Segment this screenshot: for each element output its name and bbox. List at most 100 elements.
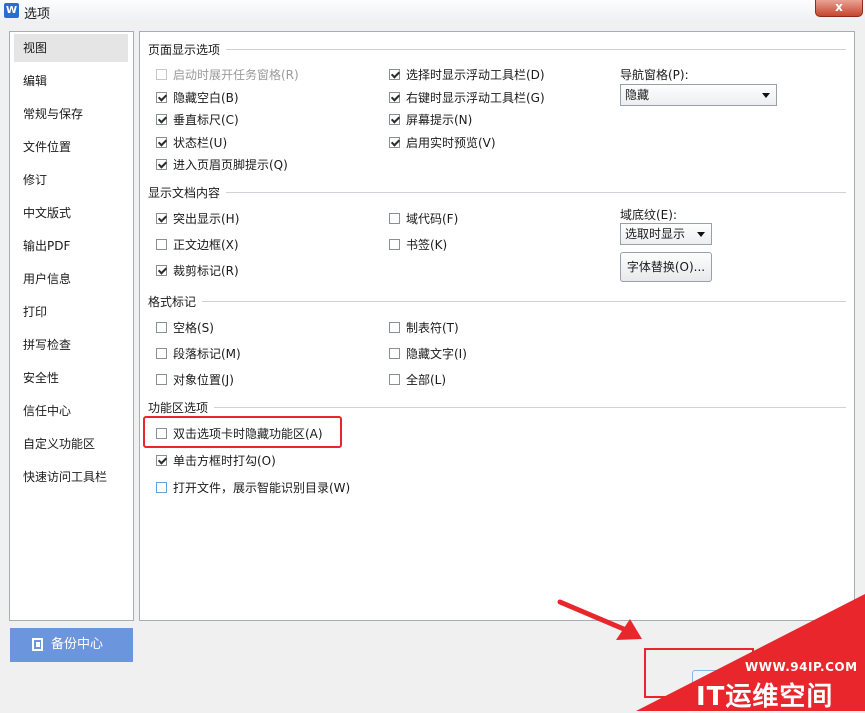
option-header-footer-tip[interactable]: 进入页眉页脚提示(Q) — [156, 156, 288, 173]
nav-item-file-location[interactable]: 文件位置 — [14, 133, 128, 161]
option-label: 段落标记(M) — [173, 347, 241, 361]
dropdown-value: 隐藏 — [625, 88, 650, 102]
option-field-codes[interactable]: 域代码(F) — [389, 210, 458, 227]
app-icon: W — [4, 3, 19, 18]
checkbox[interactable] — [156, 374, 167, 385]
option-highlight[interactable]: 突出显示(H) — [156, 210, 239, 227]
field-shading-dropdown[interactable]: 选取时显示 — [620, 223, 712, 245]
checkbox[interactable] — [389, 348, 400, 359]
option-paragraph-marks[interactable]: 段落标记(M) — [156, 345, 241, 362]
checkbox[interactable] — [156, 482, 167, 493]
option-status-bar[interactable]: 状态栏(U) — [156, 134, 227, 151]
section-header-doc-content: 显示文档内容 — [148, 186, 221, 200]
section-header-ribbon: 功能区选项 — [148, 401, 209, 415]
option-smart-toc[interactable]: 打开文件，展示智能识别目录(W) — [156, 479, 350, 496]
checkbox[interactable] — [389, 322, 400, 333]
section-divider — [214, 407, 846, 408]
option-float-toolbar-select[interactable]: 选择时显示浮动工具栏(D) — [389, 66, 545, 83]
option-live-preview[interactable]: 启用实时预览(V) — [389, 134, 496, 151]
option-screen-tips[interactable]: 屏幕提示(N) — [389, 111, 472, 128]
nav-item-revision[interactable]: 修订 — [14, 166, 128, 194]
nav-item-customize-ribbon[interactable]: 自定义功能区 — [14, 430, 128, 458]
window-title: 选项 — [24, 7, 51, 22]
field-shading-label: 域底纹(E): — [620, 208, 677, 222]
option-label: 突出显示(H) — [173, 212, 240, 226]
option-label: 状态栏(U) — [173, 136, 228, 150]
option-click-box-check[interactable]: 单击方框时打勾(O) — [156, 452, 276, 469]
option-bookmarks[interactable]: 书签(K) — [389, 236, 447, 253]
option-label: 域代码(F) — [406, 212, 459, 226]
highlight-box — [143, 416, 342, 448]
section-divider — [226, 49, 846, 50]
checkbox[interactable] — [156, 92, 167, 103]
nav-item-quick-access-toolbar[interactable]: 快速访问工具栏 — [14, 463, 128, 491]
option-label: 选择时显示浮动工具栏(D) — [406, 68, 545, 82]
option-label: 对象位置(J) — [173, 373, 234, 387]
close-button[interactable]: x — [815, 0, 863, 17]
option-crop-marks[interactable]: 裁剪标记(R) — [156, 262, 239, 279]
option-label: 正文边框(X) — [173, 238, 239, 252]
option-label: 垂直标尺(C) — [173, 113, 239, 127]
checkbox[interactable] — [156, 137, 167, 148]
options-nav: 视图 编辑 常规与保存 文件位置 修订 中文版式 输出PDF 用户信息 打印 拼… — [9, 31, 134, 621]
nav-item-export-pdf[interactable]: 输出PDF — [14, 232, 128, 260]
option-label: 单击方框时打勾(O) — [173, 454, 276, 468]
option-hidden-text[interactable]: 隐藏文字(I) — [389, 345, 467, 362]
checkbox[interactable] — [156, 265, 167, 276]
option-float-toolbar-right-click[interactable]: 右键时显示浮动工具栏(G) — [389, 89, 545, 106]
option-all-marks[interactable]: 全部(L) — [389, 371, 446, 388]
checkbox[interactable] — [389, 92, 400, 103]
nav-item-trust-center[interactable]: 信任中心 — [14, 397, 128, 425]
view-options-panel: 页面显示选项 启动时展开任务窗格(R) 隐藏空白(B) 垂直标尺(C) 状态栏(… — [139, 31, 855, 621]
option-tab-characters[interactable]: 制表符(T) — [389, 319, 459, 336]
option-label: 空格(S) — [173, 321, 214, 335]
title-bar: W 选项 x — [0, 0, 865, 23]
font-replace-button[interactable]: 字体替换(O)... — [620, 252, 712, 282]
checkbox[interactable] — [156, 159, 167, 170]
checkbox[interactable] — [156, 322, 167, 333]
checkbox[interactable] — [389, 114, 400, 125]
option-expand-task-pane[interactable]: 启动时展开任务窗格(R) — [156, 66, 299, 83]
watermark-url: WWW.94IP.COM — [745, 660, 858, 674]
nav-pane-label: 导航窗格(P): — [620, 68, 689, 82]
checkbox[interactable] — [389, 213, 400, 224]
option-vertical-ruler[interactable]: 垂直标尺(C) — [156, 111, 239, 128]
option-label: 启动时展开任务窗格(R) — [173, 68, 299, 82]
checkbox[interactable] — [156, 239, 167, 250]
nav-pane-dropdown[interactable]: 隐藏 — [620, 84, 777, 106]
option-object-anchors[interactable]: 对象位置(J) — [156, 371, 234, 388]
nav-item-security[interactable]: 安全性 — [14, 364, 128, 392]
checkbox[interactable] — [389, 137, 400, 148]
option-label: 隐藏空白(B) — [173, 91, 239, 105]
option-label: 隐藏文字(I) — [406, 347, 467, 361]
checkbox[interactable] — [156, 455, 167, 466]
option-label: 进入页眉页脚提示(Q) — [173, 158, 288, 172]
nav-item-view[interactable]: 视图 — [14, 34, 128, 62]
nav-item-general-save[interactable]: 常规与保存 — [14, 100, 128, 128]
backup-center-button[interactable]: 备份中心 — [10, 628, 133, 662]
backup-icon — [32, 638, 43, 651]
dropdown-value: 选取时显示 — [625, 227, 686, 241]
option-label: 屏幕提示(N) — [406, 113, 473, 127]
nav-item-edit[interactable]: 编辑 — [14, 67, 128, 95]
nav-item-spell-check[interactable]: 拼写检查 — [14, 331, 128, 359]
option-hide-blank[interactable]: 隐藏空白(B) — [156, 89, 239, 106]
checkbox[interactable] — [156, 348, 167, 359]
checkbox[interactable] — [156, 213, 167, 224]
checkbox[interactable] — [389, 239, 400, 250]
option-spaces[interactable]: 空格(S) — [156, 319, 214, 336]
nav-item-chinese-layout[interactable]: 中文版式 — [14, 199, 128, 227]
checkbox[interactable] — [389, 69, 400, 80]
option-text-boundaries[interactable]: 正文边框(X) — [156, 236, 239, 253]
checkbox[interactable] — [389, 374, 400, 385]
section-divider — [226, 192, 846, 193]
checkbox[interactable] — [156, 69, 167, 80]
option-label: 制表符(T) — [406, 321, 459, 335]
nav-item-print[interactable]: 打印 — [14, 298, 128, 326]
option-label: 书签(K) — [406, 238, 448, 252]
watermark-name: IT运维空间 — [696, 682, 834, 712]
option-label: 裁剪标记(R) — [173, 264, 239, 278]
nav-item-user-info[interactable]: 用户信息 — [14, 265, 128, 293]
backup-center-label: 备份中心 — [51, 637, 104, 652]
checkbox[interactable] — [156, 114, 167, 125]
